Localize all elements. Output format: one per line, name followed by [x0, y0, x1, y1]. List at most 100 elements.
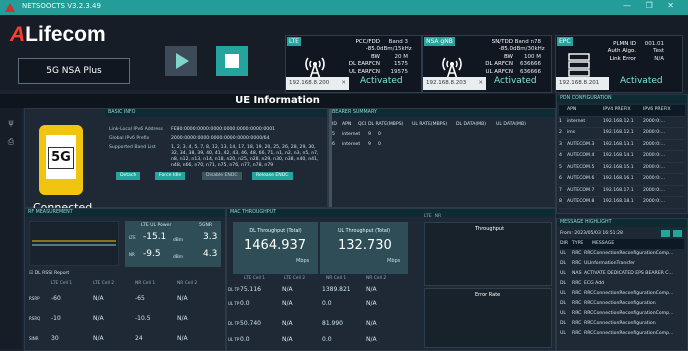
rf-col-headers: LTE Cell 1 LTE Cell 2 NR Cell 1 NR Cell 2 — [51, 281, 198, 286]
print-icon[interactable]: ⎙ — [0, 137, 22, 147]
table-row[interactable]: 7 AUTECOM.7 192.168.17.1 2000:0:... — [559, 186, 685, 197]
table-row[interactable]: 5 AUTECOM.5 192.168.15.1 2000:0:... — [559, 163, 685, 174]
upload-icon[interactable] — [661, 230, 670, 237]
pdn-config-title: PDN CONFIGURATION — [557, 95, 687, 103]
clear-icon[interactable]: ✕ — [478, 77, 483, 90]
table-row[interactable]: DL RRC RRCConnectionReconfiguration — [560, 319, 684, 329]
table-row[interactable]: DL RRC ULInformationTransfer — [560, 259, 684, 269]
clear-icon[interactable]: ✕ — [341, 77, 346, 90]
error-rate-chart: Error Rate — [424, 288, 552, 348]
rssi-report-checkbox[interactable]: ☑ DL RSSI Report — [29, 271, 69, 276]
lte-tag: LTE — [287, 37, 301, 46]
table-row[interactable]: UL RRC RRCConnectionReconfigurationComp... — [560, 329, 684, 339]
lte-5g-value: 3.3 — [203, 232, 218, 242]
side-toolbar: ψ ⎙ — [0, 108, 22, 349]
table-row[interactable]: 5 internet 9 0 — [332, 130, 536, 140]
throughput-chart: Throughput — [424, 222, 552, 286]
rf-row: RSRQ -10 N/A -10.5 N/A — [29, 315, 188, 322]
basic-info-panel: BASIC INFO 5G Connected Link-Local IPv6 … — [24, 108, 328, 214]
rf-row: SINR 30 N/A 24 N/A — [29, 335, 188, 342]
table-row[interactable]: UL NAS ACTIVATE DEDICATED EPS BEARER C... — [560, 269, 684, 279]
rf-value-box: LTE UL Power 5GNR LTE -15.1 dBm 3.3 NR -… — [125, 221, 221, 267]
message-highlight-title: MESSAGE HIGHLIGHT — [557, 219, 687, 227]
nsa-kv: SN/TDD Band n78 -85.0dBm/30kHz BW 100 M DL… — [485, 39, 545, 75]
table-row[interactable]: DL RRC RRCConnectionReconfiguration — [560, 299, 684, 309]
title-bar: NETSOOCTS V3.2.3.49 — ❐ ✕ — [0, 0, 688, 15]
tp-row: DL TP50.740 N/A 81.990 N/A — [228, 320, 377, 327]
ul-unit: Mbps — [387, 258, 401, 264]
disable-endc-button[interactable]: Disable ENDC — [202, 172, 242, 180]
ue-info-header: UE Information — [0, 94, 555, 108]
table-row[interactable]: 3 AUTECOM.3 192.168.13.1 2000:0:... — [559, 140, 685, 151]
epc-ip-input[interactable]: 192.168.8.201 — [556, 77, 609, 90]
pdn-table: APN IPV4 PREFIX IPV6 PREFIX 1 internet 192.1… — [559, 105, 685, 209]
table-row[interactable]: 4 AUTECOM.4 192.168.14.1 2000:0:... — [559, 151, 685, 163]
epc-tag: EPC — [557, 37, 573, 46]
throughput-title: MAC THROUGHPUT — [227, 209, 555, 217]
table-row[interactable]: UL RRC RRCConnectionReconfigurationComp... — [560, 249, 684, 259]
stop-button[interactable] — [216, 46, 248, 76]
model-select[interactable]: 5G NSA Plus — [18, 58, 130, 84]
play-button[interactable] — [165, 46, 197, 76]
nr-5g-value: 4.3 — [203, 249, 218, 259]
pdn-config-panel: PDN CONFIGURATION APN IPV4 PREFIX IPV6 PRE… — [556, 94, 688, 214]
detach-button[interactable]: Detach — [116, 172, 141, 180]
basic-info-title: BASIC INFO — [105, 109, 327, 117]
rf-row: RSRP -60 N/A -65 N/A — [29, 295, 188, 302]
app-title: NETSOOCTS V3.2.3.49 — [22, 2, 101, 10]
lte-label: LTE — [129, 235, 136, 240]
nr-ul-power: -9.5 — [143, 249, 161, 259]
info-row: Supported Band List 1, 2, 3, 4, 5, 7, 8, … — [109, 145, 319, 168]
network-icon[interactable]: ψ — [0, 118, 22, 127]
nsa-tag: NSA gNB — [424, 37, 455, 46]
lte-kv: PCC/FDD Band 3 -85.0dBm/15kHz BW 20 M DL E… — [348, 39, 412, 75]
dl-unit: Mbps — [296, 258, 310, 264]
table-header: APN IPV4 PREFIX IPV6 PREFIX — [559, 105, 685, 117]
bearer-summary-title: BEARER SUMMARY — [329, 109, 555, 117]
table-row[interactable]: 6 internet 9 0 — [332, 140, 536, 150]
tp-row: UL TP0.0 N/A 0.0 N/A — [228, 300, 377, 307]
epc-status: Activated — [620, 76, 663, 86]
rf-measurement-title: RF MEASUREMENT — [25, 209, 225, 217]
error-rate-title: Error Rate — [475, 292, 501, 298]
table-row[interactable]: 6 AUTECOM.6 192.168.16.1 2000:0:... — [559, 174, 685, 186]
server-icon — [568, 53, 590, 77]
tp-row: UL TP0.0 N/A 0.0 N/A — [228, 336, 377, 343]
lte-status: Activated — [360, 76, 403, 86]
lte-ip-input[interactable]: 192.168.8.200 ✕ — [286, 77, 349, 90]
nr-label: NR — [129, 252, 135, 257]
table-row[interactable]: 2 ims 192.168.12.1 2000:0:... — [559, 128, 685, 140]
message-table: DIR TYPE MESSAGE UL RRC RRCConnectionReconfi… — [560, 239, 684, 339]
brand-logo: ALifecom — [10, 23, 106, 46]
info-row: Link-Local IPv6 Address FE80:0000:0000:00… — [109, 127, 276, 132]
save-icon[interactable] — [673, 230, 682, 237]
nsa-ip-input[interactable]: 192.168.8.203 ✕ — [423, 77, 486, 90]
message-from: From: 2023/05/03 16:51:28 — [560, 231, 623, 236]
table-row[interactable]: DL RRC ECG Add — [560, 279, 684, 289]
table-row[interactable]: 8 AUTECOM.8 192.168.18.1 2000:0:... — [559, 197, 685, 209]
epc-kv: PLMN ID 001.01 Auth Algo. Test Link Error N… — [607, 41, 664, 62]
table-row[interactable]: 1 internet 192.168.12.1 2000:0:... — [559, 117, 685, 128]
dl-throughput-value: 1464.937 — [244, 238, 307, 253]
rf-chart — [29, 221, 119, 266]
bearer-summary-panel: BEARER SUMMARY ID APN QCI DL RATE(MBPS) UL R… — [328, 108, 556, 208]
release-endc-button[interactable]: Release ENDC — [252, 172, 293, 180]
message-highlight-panel: MESSAGE HIGHLIGHT From: 2023/05/03 16:51… — [556, 218, 688, 351]
phone-icon: 5G — [39, 125, 83, 195]
window-controls[interactable]: — ❐ ✕ — [623, 1, 680, 10]
chart-tabs[interactable]: LTE NR — [424, 214, 441, 219]
table-row[interactable]: UL RRC RRCConnectionReconfigurationComp... — [560, 309, 684, 319]
lte-ul-power: -15.1 — [143, 232, 167, 242]
throughput-chart-title: Throughput — [475, 226, 505, 232]
ul-throughput-value: 132.730 — [338, 238, 392, 253]
rf-measurement-panel: RF MEASUREMENT LTE UL Power 5GNR LTE -15… — [24, 208, 226, 351]
table-row[interactable]: UL RRC RRCConnectionReconfigurationComp... — [560, 289, 684, 299]
bearer-table: ID APN QCI DL RATE(MBPS) UL RATE(MBPS) DL DAT… — [332, 120, 536, 150]
table-header: DIR TYPE MESSAGE — [560, 239, 684, 249]
info-row: Global IPv6 Prefix 2000:0000:0000:0000:00… — [109, 136, 270, 141]
scrollbar[interactable] — [329, 109, 332, 207]
tp-col-headers: LTE Cell 1 LTE Cell 2 NR Cell 1 NR Cell 2 — [244, 276, 387, 281]
force-idle-button[interactable]: Force Idle — [155, 172, 186, 180]
table-header: ID APN QCI DL RATE(MBPS) UL RATE(MBPS) DL DAT… — [332, 122, 526, 127]
tp-row: DL TP75.116 N/A 1389.821 N/A — [228, 286, 377, 293]
